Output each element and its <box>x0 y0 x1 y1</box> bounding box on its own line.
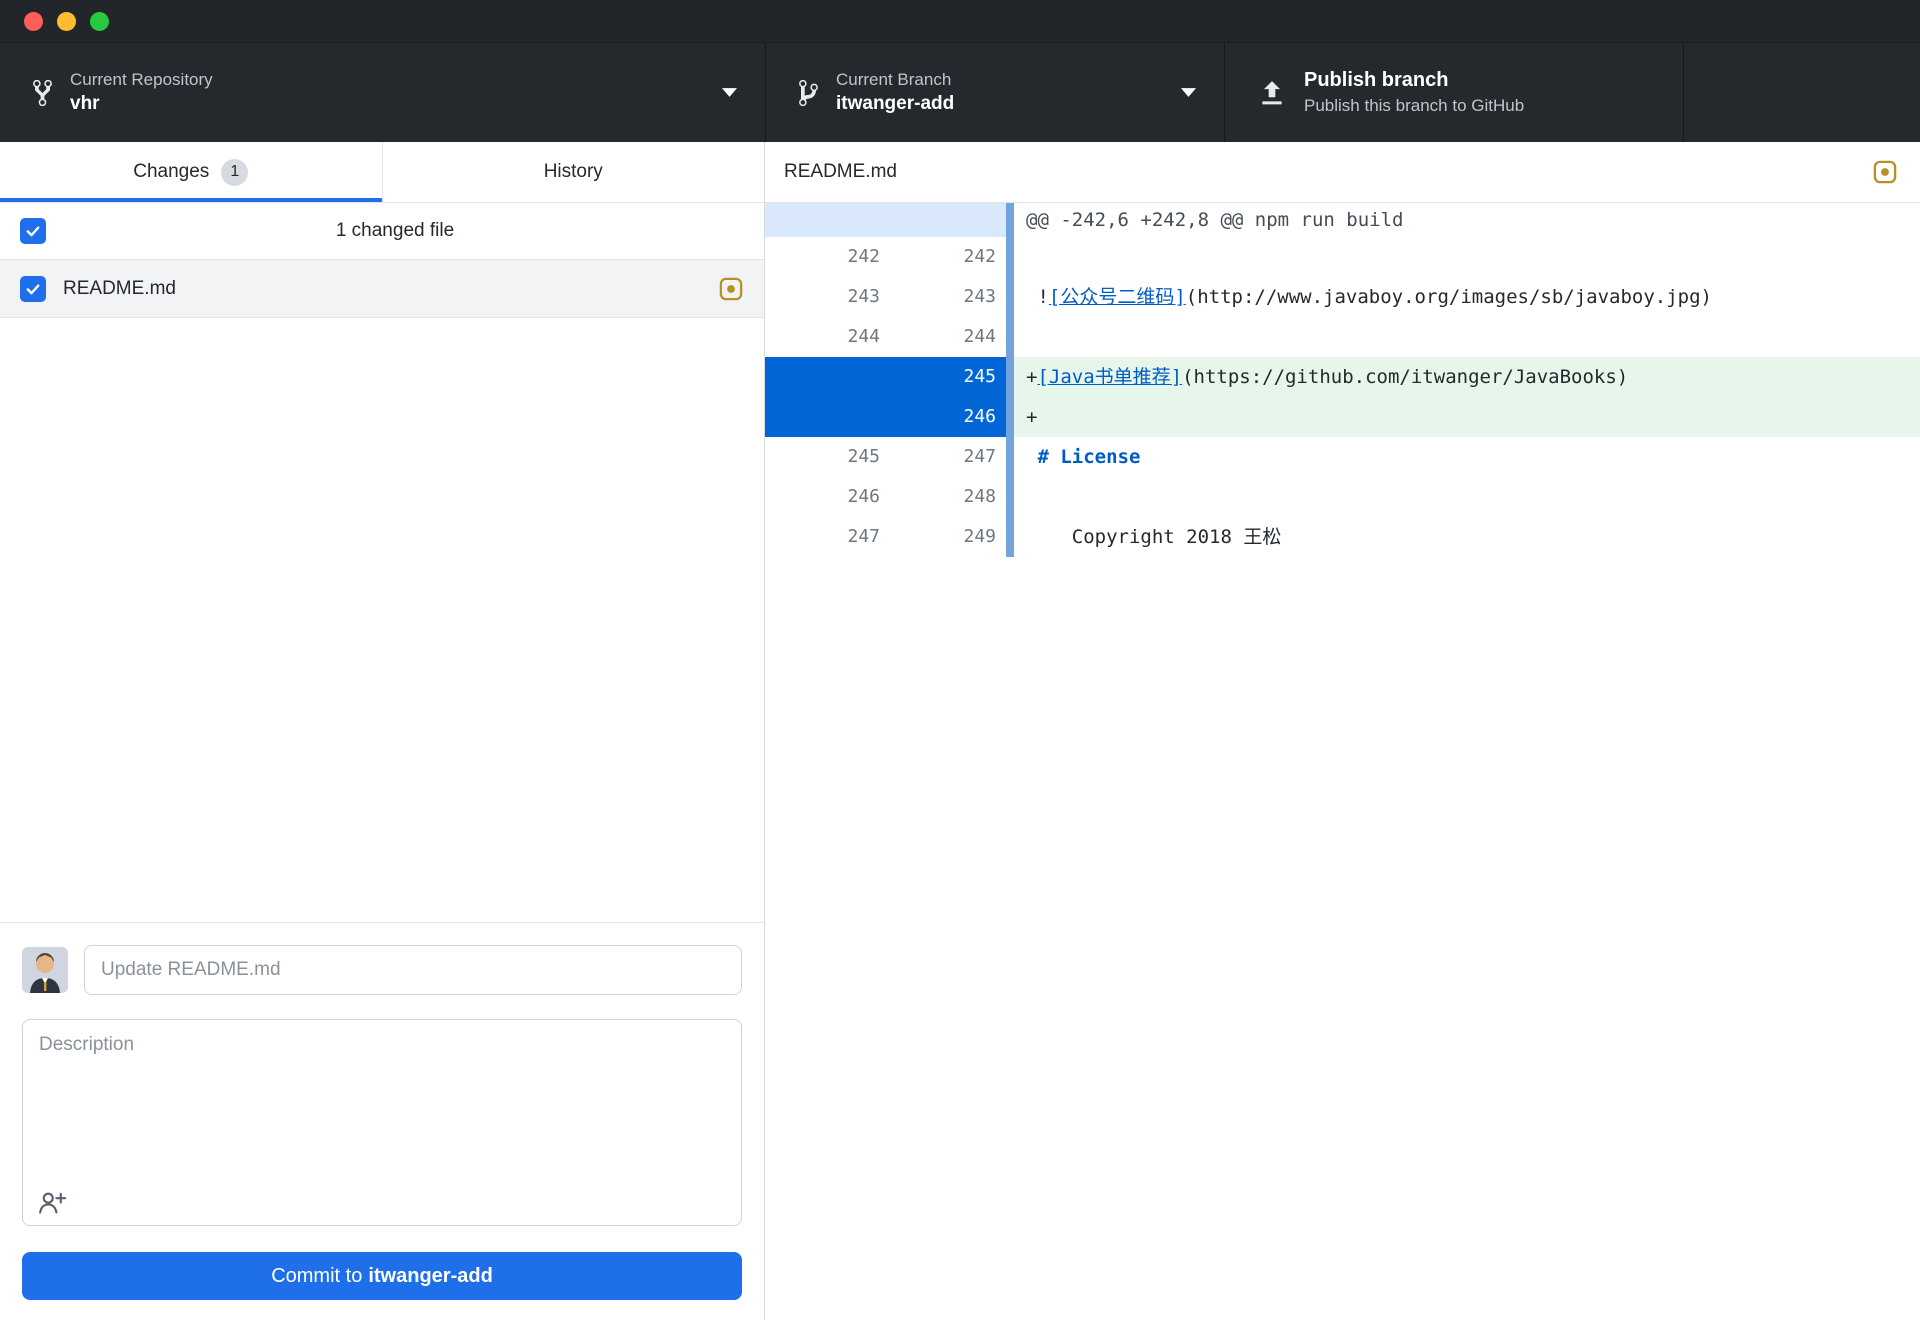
chevron-down-icon <box>722 88 737 97</box>
diff-line-content: ![公众号二维码](http://www.javaboy.org/images/… <box>1014 277 1920 317</box>
old-line-number: 245 <box>765 437 890 477</box>
repository-label: Current Repository <box>70 69 213 89</box>
diff-pane: README.md @@ -242,6 +242,8 @@ npm run bu… <box>765 142 1920 1320</box>
repository-name: vhr <box>70 93 100 115</box>
diff-line-content: # License <box>1014 437 1920 477</box>
tab-history[interactable]: History <box>381 142 765 202</box>
hunk-indicator-bar <box>1006 437 1014 477</box>
diff-file-name: README.md <box>784 161 897 182</box>
old-line-number: 243 <box>765 277 890 317</box>
sidebar-empty-space <box>0 318 764 922</box>
old-line-number: 244 <box>765 317 890 357</box>
diff-line-content <box>1014 237 1920 277</box>
old-line-number <box>765 357 890 397</box>
file-row[interactable]: README.md <box>0 260 764 318</box>
modified-status-icon <box>718 276 744 302</box>
close-button[interactable] <box>24 11 43 31</box>
main-area: Changes 1 History 1 changed file README.… <box>0 142 1920 1320</box>
diff-line-row[interactable]: 243 243 ![公众号二维码](http://www.javaboy.org/… <box>765 277 1920 317</box>
diff-hunk-row: @@ -242,6 +242,8 @@ npm run build <box>765 203 1920 237</box>
tab-changes[interactable]: Changes 1 <box>0 142 382 202</box>
diff-body: @@ -242,6 +242,8 @@ npm run build 242 242 … <box>765 203 1920 557</box>
publish-title: Publish branch <box>1304 69 1449 92</box>
branch-label: Current Branch <box>836 69 952 89</box>
avatar <box>22 947 68 993</box>
changed-files-summary-row: 1 changed file <box>0 203 764 260</box>
zoom-button[interactable] <box>90 11 109 31</box>
diff-line-content: + <box>1014 397 1920 437</box>
old-line-number: 247 <box>765 517 890 557</box>
new-line-number: 249 <box>890 517 1006 557</box>
diff-line-row[interactable]: 246 248 <box>765 477 1920 517</box>
minimize-button[interactable] <box>57 11 76 31</box>
file-name: README.md <box>63 277 176 299</box>
hunk-header-text: @@ -242,6 +242,8 @@ npm run build <box>1014 203 1920 237</box>
tab-changes-label: Changes <box>133 161 210 182</box>
new-line-number: 245 <box>890 357 1006 397</box>
hunk-indicator-bar <box>1006 317 1014 357</box>
old-line-number: 242 <box>765 237 890 277</box>
repository-picker[interactable]: Current Repository vhr <box>0 43 765 142</box>
diff-line-row[interactable]: 242 242 <box>765 237 1920 277</box>
hunk-indicator-bar <box>1006 277 1014 317</box>
diff-line-row[interactable]: 247 249 Copyright 2018 王松 <box>765 517 1920 557</box>
new-line-number: 247 <box>890 437 1006 477</box>
git-branch-icon <box>799 78 818 108</box>
diff-line-row[interactable]: 246 + <box>765 397 1920 437</box>
file-checkbox[interactable] <box>20 275 46 302</box>
new-line-number: 246 <box>890 397 1006 437</box>
changed-files-summary: 1 changed file <box>335 220 455 241</box>
diff-header: README.md <box>765 142 1920 203</box>
commit-description-input[interactable] <box>23 1020 741 1180</box>
branch-picker[interactable]: Current Branch itwanger-add <box>765 43 1224 142</box>
changes-sidebar: Changes 1 History 1 changed file README.… <box>0 142 765 1320</box>
commit-area: Commit to itwanger-add <box>0 922 764 1320</box>
hunk-indicator-bar <box>1006 477 1014 517</box>
titlebar <box>0 0 1920 43</box>
repo-icon <box>33 78 52 108</box>
diff-line-content <box>1014 317 1920 357</box>
hunk-indicator-bar <box>1006 517 1014 557</box>
new-line-number: 243 <box>890 277 1006 317</box>
tab-history-label: History <box>543 161 603 182</box>
hunk-indicator-bar <box>1006 357 1014 397</box>
commit-summary-row <box>22 945 742 995</box>
toolbar: Current Repository vhr Current Branch it… <box>0 43 1920 142</box>
commit-summary-input[interactable] <box>84 945 742 995</box>
add-coauthor-icon[interactable] <box>37 1190 67 1215</box>
changes-count-badge: 1 <box>221 158 249 186</box>
hunk-indicator-bar <box>1006 237 1014 277</box>
commit-button-prefix: Commit to <box>271 1264 363 1287</box>
new-line-number: 248 <box>890 477 1006 517</box>
diff-gutter <box>765 203 1006 237</box>
sidebar-tabs: Changes 1 History <box>0 142 764 203</box>
diff-line-content <box>1014 477 1920 517</box>
branch-name: itwanger-add <box>836 93 955 115</box>
publish-subtitle: Publish this branch to GitHub <box>1304 96 1525 116</box>
new-line-number: 244 <box>890 317 1006 357</box>
diff-line-content: Copyright 2018 王松 <box>1014 517 1920 557</box>
upload-icon <box>1258 79 1286 107</box>
chevron-down-icon <box>1181 88 1196 97</box>
publish-branch-button[interactable]: Publish branch Publish this branch to Gi… <box>1224 43 1684 142</box>
diff-line-row[interactable]: 244 244 <box>765 317 1920 357</box>
old-line-number: 246 <box>765 477 890 517</box>
hunk-indicator-bar <box>1006 397 1014 437</box>
modified-status-icon <box>1872 159 1898 185</box>
old-line-number <box>765 397 890 437</box>
changed-files-list: README.md <box>0 260 764 318</box>
commit-description-box <box>22 1019 742 1226</box>
new-line-number: 242 <box>890 237 1006 277</box>
github-desktop-window: Current Repository vhr Current Branch it… <box>0 0 1920 1320</box>
commit-button[interactable]: Commit to itwanger-add <box>22 1252 742 1300</box>
commit-button-branch: itwanger-add <box>368 1264 493 1287</box>
diff-line-row[interactable]: 245 247 # License <box>765 437 1920 477</box>
diff-line-row[interactable]: 245 +[Java书单推荐](https://github.com/itwang… <box>765 357 1920 397</box>
diff-line-content: +[Java书单推荐](https://github.com/itwanger/… <box>1014 357 1920 397</box>
hunk-indicator-bar <box>1006 203 1014 237</box>
select-all-checkbox[interactable] <box>20 218 46 244</box>
